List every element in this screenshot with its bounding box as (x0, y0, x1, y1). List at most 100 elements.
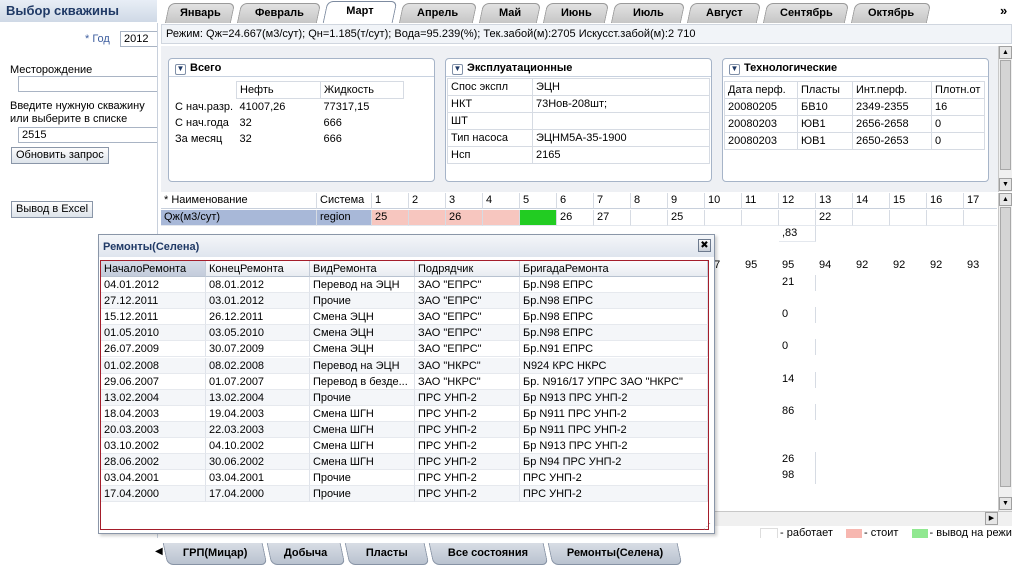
repair-cell[interactable]: ЗАО "НКРС" (415, 357, 520, 374)
repair-cell[interactable]: Бр N911 ПРС УНП-2 (520, 405, 708, 422)
tab-grp-mitsar[interactable]: ГРП(Мицар) (162, 543, 268, 565)
repair-cell[interactable]: Бр N913 ПРС УНП-2 (520, 389, 708, 406)
repair-cell[interactable]: ЗАО "ЕПРС" (415, 325, 520, 342)
day-cell[interactable]: 25 (372, 210, 409, 226)
tab-february[interactable]: Февраль (236, 3, 322, 23)
grid-header-day[interactable]: 5 (520, 193, 557, 209)
repair-cell[interactable]: Перевод в безде... (310, 373, 415, 390)
repair-cell[interactable]: Смена ЭЦН (310, 309, 415, 326)
scroll-thumb[interactable] (1000, 60, 1011, 170)
panel-operational-header[interactable]: ▼ Эксплуатационные (446, 59, 711, 77)
tab-production[interactable]: Добыча (266, 543, 346, 565)
well-input[interactable]: 2515 (18, 127, 157, 143)
day-cell[interactable] (631, 210, 668, 226)
repair-cell[interactable]: 28.06.2002 (101, 454, 206, 471)
day-cell[interactable] (483, 210, 520, 226)
repair-cell[interactable]: 04.01.2012 (101, 277, 206, 293)
repair-cell[interactable]: ПРС УНП-2 (415, 405, 520, 422)
column-header-start[interactable]: НачалоРемонта (101, 261, 206, 277)
day-cell[interactable]: 95 (779, 258, 816, 274)
grid-header-day[interactable]: 14 (853, 193, 890, 209)
repair-cell[interactable]: ПРС УНП-2 (415, 486, 520, 503)
grid-header-day[interactable]: 2 (409, 193, 446, 209)
column-header-crew[interactable]: БригадаРемонта (520, 261, 708, 277)
scroll-down-icon[interactable]: ▼ (999, 497, 1012, 510)
day-cell[interactable]: 92 (853, 258, 890, 274)
repair-cell[interactable]: 20.03.2003 (101, 421, 206, 438)
repair-cell[interactable]: Смена ШГН (310, 405, 415, 422)
year-input[interactable]: 2012 (120, 31, 157, 47)
panels-scrollbar[interactable]: ▲ ▼ (998, 46, 1012, 192)
day-cell[interactable]: 92 (890, 258, 927, 274)
repair-cell[interactable]: 27.12.2011 (101, 293, 206, 310)
repair-cell[interactable]: Бр N94 ПРС УНП-2 (520, 454, 708, 471)
repair-cell[interactable]: ПРС УНП-2 (520, 486, 708, 503)
column-header-contractor[interactable]: Подрядчик (415, 261, 520, 277)
grid-header-day[interactable]: 3 (446, 193, 483, 209)
day-cell[interactable] (705, 210, 742, 226)
grid-header-day[interactable]: 15 (890, 193, 927, 209)
repair-cell[interactable]: Прочие (310, 470, 415, 487)
field-input[interactable] (18, 76, 157, 92)
row-name-cell[interactable]: Qж(м3/сут) (161, 210, 317, 226)
tab-october[interactable]: Октябрь (850, 3, 932, 23)
day-cell[interactable]: ,83 (779, 226, 816, 242)
tab-august[interactable]: Август (686, 3, 762, 23)
chevron-down-icon[interactable]: ▼ (729, 64, 740, 75)
repair-cell[interactable]: 17.04.2000 (206, 486, 310, 503)
tab-may[interactable]: Май (478, 3, 542, 23)
repair-cell[interactable]: 01.07.2007 (206, 373, 310, 390)
grid-vertical-scrollbar[interactable]: ▲ ▼ (998, 193, 1012, 511)
row-system-cell[interactable]: region (317, 210, 372, 226)
grid-header-day[interactable]: 7 (594, 193, 631, 209)
repair-cell[interactable]: 29.06.2007 (101, 373, 206, 390)
day-cell[interactable]: 26 (446, 210, 483, 226)
repair-cell[interactable]: Прочие (310, 293, 415, 310)
tab-april[interactable]: Апрель (398, 3, 478, 23)
column-header-end[interactable]: КонецРемонта (206, 261, 310, 277)
repair-cell[interactable]: ЗАО "ЕПРС" (415, 293, 520, 310)
day-cell[interactable]: 14 (779, 372, 816, 388)
day-cell[interactable] (779, 210, 816, 226)
day-cell[interactable]: 94 (816, 258, 853, 274)
panel-total-header[interactable]: ▼ Всего (169, 59, 434, 77)
repair-cell[interactable]: Перевод на ЭЦН (310, 357, 415, 374)
day-cell[interactable] (409, 210, 446, 226)
repair-cell[interactable]: Бр N913 ПРС УНП-2 (520, 438, 708, 454)
repair-cell[interactable]: 30.07.2009 (206, 341, 310, 358)
excel-export-button[interactable]: Вывод в Excel (11, 201, 94, 218)
repair-cell[interactable]: 17.04.2000 (101, 486, 206, 503)
repair-cell[interactable]: Прочие (310, 389, 415, 406)
grid-header-day[interactable]: 6 (557, 193, 594, 209)
repair-cell[interactable]: Бр.N98 ЕПРС (520, 309, 708, 326)
day-cell[interactable]: 25 (668, 210, 705, 226)
repair-cell[interactable]: ПРС УНП-2 (415, 454, 520, 471)
grid-header-day[interactable]: 4 (483, 193, 520, 209)
repair-cell[interactable]: ЗАО "ЕПРС" (415, 277, 520, 293)
repair-cell[interactable]: 22.03.2003 (206, 421, 310, 438)
resize-grip-icon[interactable]: ⋰ (703, 523, 711, 531)
tab-layers[interactable]: Пласты (344, 543, 430, 565)
chevron-down-icon[interactable]: ▼ (452, 64, 463, 75)
more-tabs-icon[interactable]: » (1000, 3, 1007, 18)
repair-cell[interactable]: 26.12.2011 (206, 309, 310, 326)
repair-cell[interactable]: 26.07.2009 (101, 341, 206, 358)
repair-cell[interactable]: 18.04.2003 (101, 405, 206, 422)
tab-march[interactable]: Март (322, 1, 398, 23)
day-cell[interactable] (520, 210, 557, 226)
day-cell[interactable] (964, 210, 997, 226)
day-cell[interactable]: 86 (779, 404, 816, 420)
repair-cell[interactable]: 08.02.2008 (206, 357, 310, 374)
scroll-right-icon[interactable]: ▶ (985, 512, 998, 525)
repair-cell[interactable]: 08.01.2012 (206, 277, 310, 293)
repair-cell[interactable]: Перевод на ЭЦН (310, 277, 415, 293)
repair-cell[interactable]: 04.10.2002 (206, 438, 310, 454)
day-cell[interactable] (742, 210, 779, 226)
scroll-left-icon[interactable]: ◀ (155, 546, 163, 557)
repair-cell[interactable]: ПРС УНП-2 (415, 421, 520, 438)
repair-cell[interactable]: Бр.N91 ЕПРС (520, 341, 708, 358)
day-cell[interactable] (927, 210, 964, 226)
repair-cell[interactable]: ЗАО "ЕПРС" (415, 309, 520, 326)
repair-cell[interactable]: ПРС УНП-2 (415, 470, 520, 487)
tab-june[interactable]: Июнь (542, 3, 610, 23)
